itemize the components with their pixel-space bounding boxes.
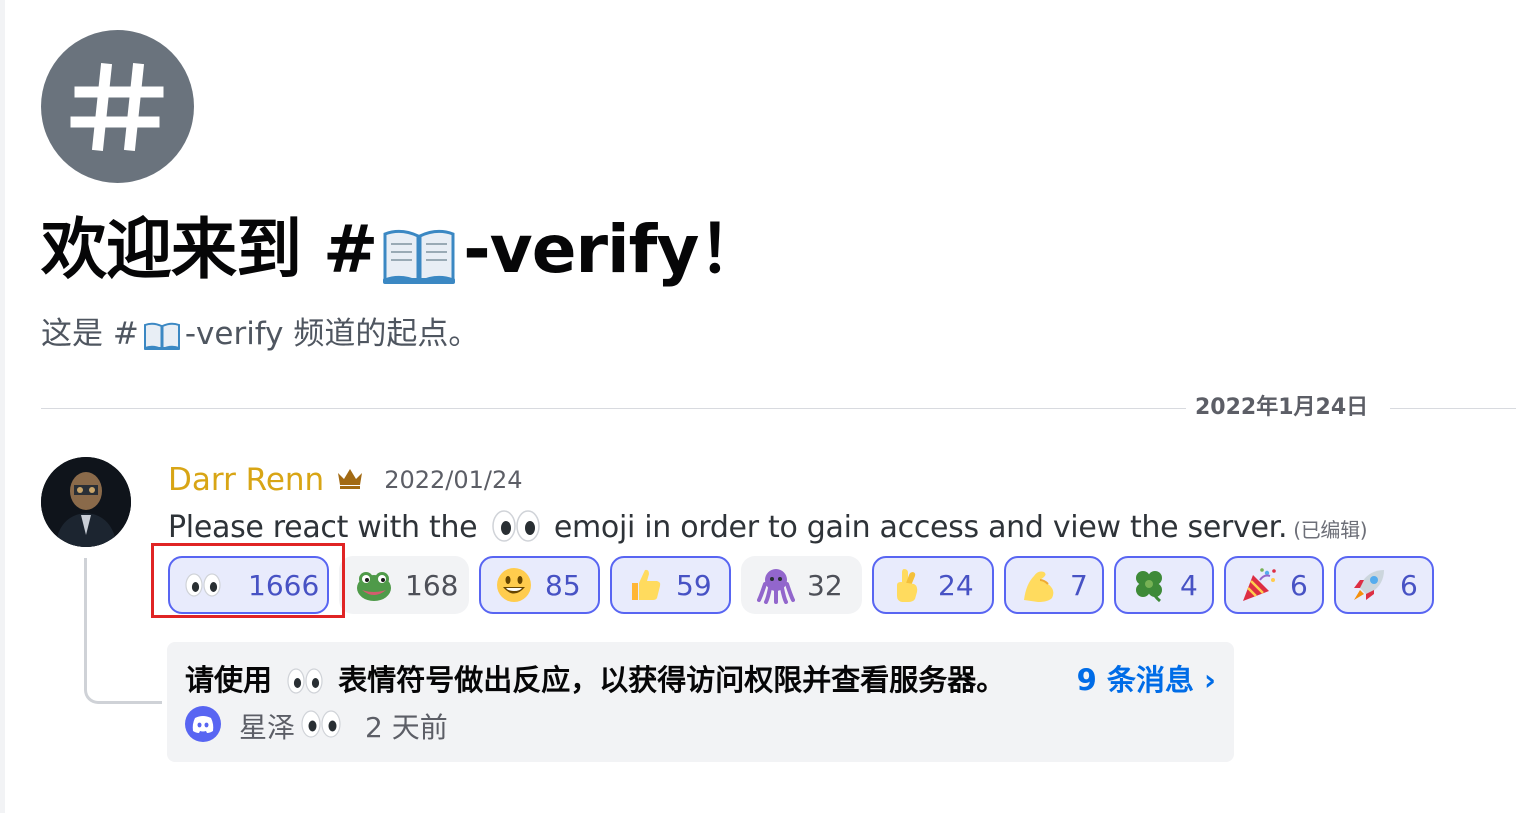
reaction-count: 168 xyxy=(405,568,459,602)
reaction-count: 6 xyxy=(1290,568,1308,602)
reaction-count: 4 xyxy=(1180,568,1198,602)
rocket-emoji xyxy=(1350,566,1388,604)
thread-author: 星泽 xyxy=(239,711,296,744)
date-divider-line xyxy=(1390,408,1516,409)
four-leaf-clover-emoji xyxy=(1130,566,1168,604)
channel-page: 欢迎来到 # -verify！ 这是 # -verify 频道的起点。 2022… xyxy=(0,0,1516,813)
reaction-count: 32 xyxy=(807,568,843,602)
hash-icon xyxy=(41,30,194,183)
reaction-count: 85 xyxy=(545,568,581,602)
edited-label: (已编辑) xyxy=(1293,518,1368,542)
avatar[interactable] xyxy=(41,457,131,547)
welcome-title: 欢迎来到 # -verify！ xyxy=(41,202,764,310)
reaction-thumbs-up[interactable]: 59 xyxy=(610,556,731,614)
message-header: Darr Renn 2022/01/24 xyxy=(168,458,523,502)
reaction-crossed-fingers[interactable]: 24 xyxy=(872,556,994,614)
thread-meta: 星泽 2 天前 xyxy=(185,706,448,746)
date-divider-line xyxy=(41,408,1186,409)
message-body: Please react with the emoji in order to … xyxy=(168,506,1368,556)
eyes-emoji xyxy=(491,509,541,556)
pepe-frog-emoji xyxy=(355,566,393,604)
message-timestamp: 2022/01/24 xyxy=(384,466,523,494)
author-name[interactable]: Darr Renn xyxy=(168,462,324,498)
discord-icon xyxy=(185,706,221,746)
reaction-count: 6 xyxy=(1400,568,1418,602)
reaction-four-leaf-clover[interactable]: 4 xyxy=(1114,556,1214,614)
reaction-eyes[interactable]: 1666 xyxy=(168,556,329,614)
open-book-emoji xyxy=(381,214,457,310)
date-divider: 2022年1月24日 xyxy=(1195,395,1369,420)
thumbs-up-emoji xyxy=(626,566,664,604)
thread-spine xyxy=(84,558,162,704)
thread-title: 请使用 表情符号做出反应，以获得访问权限并查看服务器。 xyxy=(185,660,1005,706)
reaction-count: 59 xyxy=(676,568,712,602)
left-edge xyxy=(0,0,5,813)
octopus-emoji xyxy=(757,566,795,604)
reaction-count: 24 xyxy=(938,568,974,602)
welcome-subtitle: 这是 # -verify 频道的起点。 xyxy=(41,312,479,362)
reaction-rocket[interactable]: 6 xyxy=(1334,556,1434,614)
reaction-flexed-biceps[interactable]: 7 xyxy=(1004,556,1104,614)
open-book-emoji xyxy=(143,318,181,362)
crossed-fingers-emoji xyxy=(888,566,926,604)
smiley-emoji xyxy=(495,566,533,604)
flexed-biceps-emoji xyxy=(1020,566,1058,604)
reaction-smiley[interactable]: 85 xyxy=(479,556,600,614)
reaction-octopus[interactable]: 32 xyxy=(741,556,862,614)
reaction-party-popper[interactable]: 6 xyxy=(1224,556,1324,614)
eyes-emoji xyxy=(286,666,324,706)
thread-card[interactable]: 请使用 表情符号做出反应，以获得访问权限并查看服务器。 9 条消息 › 星泽 2… xyxy=(167,642,1234,762)
party-popper-emoji xyxy=(1240,566,1278,604)
reaction-count: 1666 xyxy=(248,568,320,602)
thread-message-count-link[interactable]: 9 条消息 › xyxy=(1077,660,1216,700)
thread-time: 2 天前 xyxy=(365,711,448,744)
reaction-count: 7 xyxy=(1070,568,1088,602)
crown-icon xyxy=(336,467,364,493)
eyes-emoji xyxy=(299,708,343,744)
reaction-pepe[interactable]: 168 xyxy=(339,556,469,614)
reaction-bar: 1666 168 85 59 32 24 7 4 6 6 xyxy=(168,556,1434,614)
eyes-emoji xyxy=(184,566,222,604)
